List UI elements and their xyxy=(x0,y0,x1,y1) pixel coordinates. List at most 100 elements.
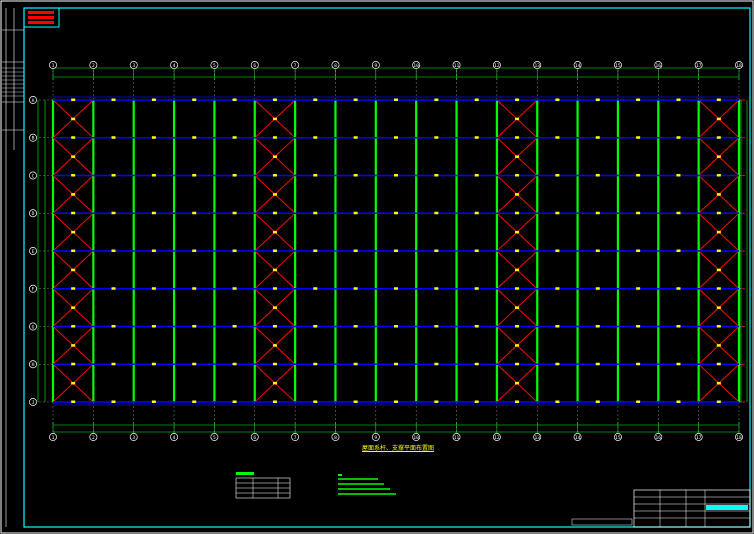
tie-marker xyxy=(394,98,398,101)
axis-bubble-top-label: 8 xyxy=(334,63,337,69)
tie-marker xyxy=(192,136,197,139)
tie-marker xyxy=(676,136,681,139)
brace-marker xyxy=(71,155,76,158)
tie-marker xyxy=(192,400,197,403)
tie-marker xyxy=(151,287,156,290)
axis-bubble-top-label: 1 xyxy=(52,63,55,69)
tie-marker xyxy=(434,400,439,403)
brace-marker xyxy=(71,344,76,347)
brace-marker xyxy=(716,268,721,272)
note-line xyxy=(338,478,378,480)
axis-bubble-left-label: E xyxy=(32,249,35,255)
tie-marker xyxy=(353,174,358,177)
axis-bubble-top-label: 7 xyxy=(294,63,297,69)
brace-marker xyxy=(272,306,277,309)
axis-bubble-top-label: 18 xyxy=(736,63,742,69)
tie-marker xyxy=(151,136,156,139)
tie-marker xyxy=(71,249,76,252)
tie-marker xyxy=(595,325,600,328)
tie-marker xyxy=(434,136,439,139)
brace-marker xyxy=(716,306,721,309)
brace-marker xyxy=(515,344,520,347)
axis-bubble-bottom-label: 10 xyxy=(413,435,419,441)
tie-marker xyxy=(71,174,76,177)
brace-marker xyxy=(515,381,520,385)
tie-marker xyxy=(555,136,560,139)
tie-marker xyxy=(636,362,641,366)
tie-marker xyxy=(555,174,560,177)
axis-bubble-left-label: D xyxy=(32,211,35,217)
tie-marker xyxy=(272,325,277,328)
brace-marker xyxy=(272,268,277,272)
axis-bubble-top-label: 3 xyxy=(132,63,135,69)
tie-marker xyxy=(353,136,358,139)
tie-marker xyxy=(515,287,520,290)
tie-marker xyxy=(394,325,398,328)
brace-marker xyxy=(515,306,520,309)
tie-marker xyxy=(474,400,479,403)
tie-marker xyxy=(636,211,641,215)
note-line xyxy=(338,488,390,490)
tie-marker xyxy=(313,362,318,366)
tie-marker xyxy=(151,211,156,215)
tie-marker xyxy=(676,362,681,366)
tie-marker xyxy=(353,400,358,403)
axis-bubble-top-label: 4 xyxy=(173,63,176,69)
tie-marker xyxy=(111,249,116,252)
brace-marker xyxy=(272,230,277,234)
tie-marker xyxy=(636,98,641,101)
axis-bubble-top-label: 12 xyxy=(494,63,500,69)
tie-marker xyxy=(716,136,721,139)
tie-marker xyxy=(272,174,277,177)
drawing-sheet: 1122334455667788991010111112121313141415… xyxy=(0,0,754,534)
tie-marker xyxy=(595,136,600,139)
tie-marker xyxy=(434,174,439,177)
revision-strip xyxy=(571,518,633,526)
axis-bubble-left-label: F xyxy=(32,287,35,293)
axis-bubble-left-label: B xyxy=(32,136,35,142)
axis-bubble-bottom-label: 7 xyxy=(294,435,297,441)
tie-marker xyxy=(434,211,439,215)
brace-marker xyxy=(716,344,721,347)
tie-marker xyxy=(515,362,520,366)
stamp-bar xyxy=(28,21,54,24)
tie-marker xyxy=(313,325,318,328)
table-caption-bar xyxy=(236,472,254,475)
tie-marker xyxy=(434,98,439,101)
tie-marker xyxy=(71,325,76,328)
tie-marker xyxy=(676,400,681,403)
tie-marker xyxy=(595,211,600,215)
axis-bubble-top-label: 11 xyxy=(454,63,460,69)
tie-marker xyxy=(716,287,721,290)
axis-bubble-bottom-label: 2 xyxy=(92,435,95,441)
tie-marker xyxy=(151,174,156,177)
tie-marker xyxy=(272,98,277,101)
tie-marker xyxy=(515,98,520,101)
tie-marker xyxy=(636,400,641,403)
brace-marker xyxy=(71,268,76,272)
tie-marker xyxy=(676,287,681,290)
tie-marker xyxy=(595,174,600,177)
tie-marker xyxy=(272,136,277,139)
tie-marker xyxy=(394,362,398,366)
axis-bubble-bottom-label: 1 xyxy=(52,435,55,441)
axis-bubble-top-label: 16 xyxy=(656,63,662,69)
brace-marker xyxy=(716,381,721,385)
tie-marker xyxy=(353,211,358,215)
axis-bubble-top-label: 14 xyxy=(575,63,581,69)
axis-bubble-top-label: 5 xyxy=(213,63,216,69)
tie-marker xyxy=(394,287,398,290)
brace-marker xyxy=(272,381,277,385)
brace-marker xyxy=(71,306,76,309)
tie-marker xyxy=(192,211,197,215)
tie-marker xyxy=(716,249,721,252)
tie-marker xyxy=(636,136,641,139)
tie-marker xyxy=(313,249,318,252)
note-line xyxy=(338,483,384,485)
tie-marker xyxy=(71,400,76,403)
tie-marker xyxy=(474,325,479,328)
tie-marker xyxy=(192,98,197,101)
tie-marker xyxy=(716,325,721,328)
axis-bubble-top-label: 13 xyxy=(534,63,540,69)
tie-marker xyxy=(232,362,237,366)
